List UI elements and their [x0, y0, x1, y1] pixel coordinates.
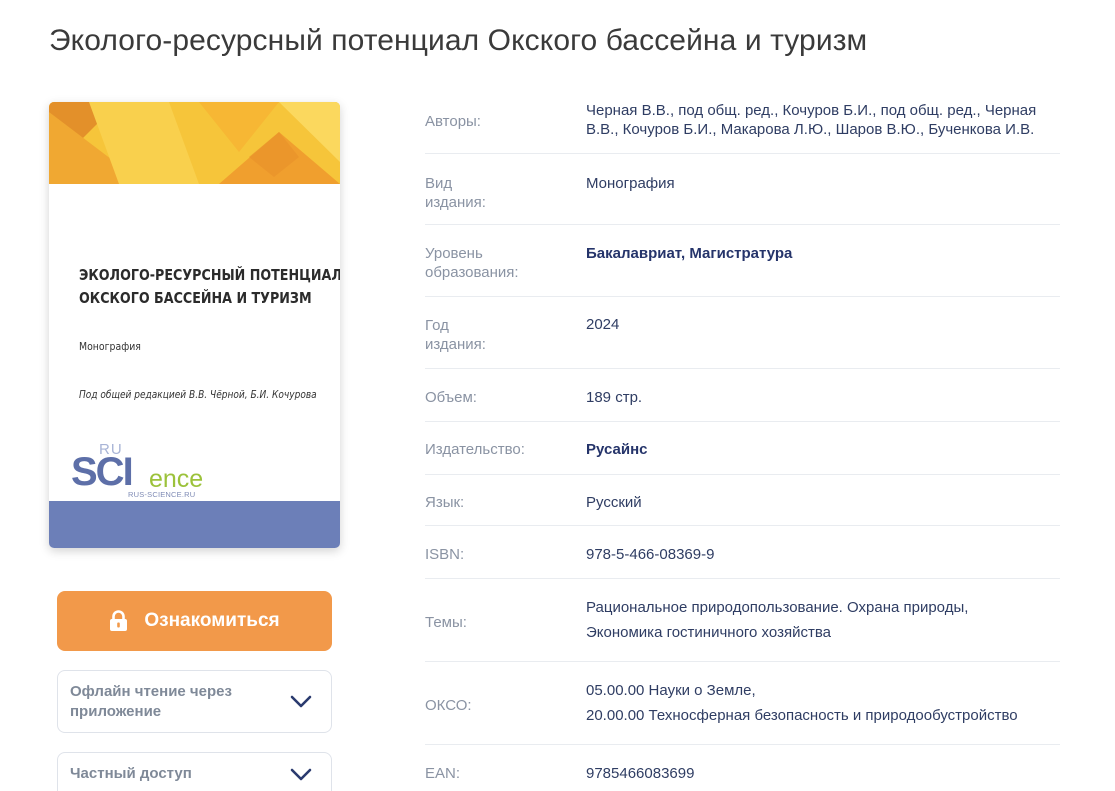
read-button[interactable]: Ознакомиться	[57, 591, 332, 651]
kind-value: Монография	[586, 175, 675, 192]
cover-publication-type: Монография	[79, 340, 141, 353]
logo-url-text: RUS-SCIENCE.RU	[128, 490, 196, 499]
cover-title-line-2: ОКСКОГО БАССЕЙНА И ТУРИЗМ	[79, 289, 312, 307]
detail-row-publisher: Издательство: Русайнс	[425, 422, 1060, 475]
cover-editors: Под общей редакцией В.В. Чёрной, Б.И. Ко…	[79, 388, 317, 401]
topic-link[interactable]: Экономика гостиничного хозяйства	[586, 620, 1060, 645]
topic-link[interactable]: Рациональное природопользование. Охрана …	[586, 595, 1060, 620]
lock-icon	[110, 610, 128, 631]
detail-label: Авторы:	[425, 113, 481, 130]
book-cover[interactable]: ЭКОЛОГО-РЕСУРСНЫЙ ПОТЕНЦИАЛ ОКСКОГО БАСС…	[49, 102, 340, 548]
cover-bottom-band	[49, 501, 340, 548]
detail-row-year: Год издания: 2024	[425, 297, 1060, 369]
detail-row-ean: EAN: 9785466083699	[425, 745, 1060, 791]
detail-row-isbn: ISBN: 978-5-466-08369-9	[425, 526, 1060, 579]
cover-title: ЭКОЛОГО-РЕСУРСНЫЙ ПОТЕНЦИАЛ ОКСКОГО БАСС…	[79, 264, 340, 310]
detail-row-topics: Темы: Рациональное природопользование. О…	[425, 579, 1060, 662]
detail-row-language: Язык: Русский	[425, 475, 1060, 526]
okso-link[interactable]: 20.00.00 Техносферная безопасность и при…	[586, 703, 1060, 728]
detail-label: ОКСО:	[425, 697, 472, 714]
offline-reading-accordion[interactable]: Офлайн чтение через приложение	[57, 670, 332, 733]
okso-list: 05.00.00 Науки о Земле, 20.00.00 Техносф…	[586, 678, 1060, 728]
detail-label: Темы:	[425, 614, 467, 631]
detail-label: Язык:	[425, 494, 465, 511]
private-access-accordion[interactable]: Частный доступ	[57, 752, 332, 791]
detail-row-authors: Авторы: Черная В.В., под общ. ред., Кочу…	[425, 94, 1060, 154]
detail-row-volume: Объем: 189 стр.	[425, 369, 1060, 422]
detail-label: Издательство:	[425, 441, 525, 458]
year-value: 2024	[586, 316, 620, 333]
offline-reading-label: Офлайн чтение через приложение	[70, 683, 232, 720]
isbn-value: 978-5-466-08369-9	[586, 546, 715, 563]
cover-top-band	[49, 102, 340, 184]
topics-list: Рациональное природопользование. Охрана …	[586, 595, 1060, 645]
chevron-down-icon	[290, 695, 312, 708]
detail-row-kind: Вид издания: Монография	[425, 154, 1060, 225]
detail-label: Уровень образования:	[425, 245, 519, 281]
logo-sci-text: SCI	[71, 450, 134, 494]
chevron-down-icon	[290, 768, 312, 781]
okso-link[interactable]: 05.00.00 Науки о Земле,	[586, 678, 1060, 703]
authors-value[interactable]: Черная В.В., под общ. ред., Кочуров Б.И.…	[586, 101, 1060, 139]
detail-row-level: Уровень образования: Бакалавриат, Магист…	[425, 225, 1060, 297]
detail-row-okso: ОКСО: 05.00.00 Науки о Земле, 20.00.00 Т…	[425, 662, 1060, 745]
read-button-label: Ознакомиться	[144, 610, 280, 631]
detail-label: Год издания:	[425, 317, 486, 353]
detail-label: Объем:	[425, 389, 477, 406]
language-value: Русский	[586, 494, 642, 511]
detail-label: ISBN:	[425, 546, 465, 563]
ean-value: 9785466083699	[586, 765, 695, 782]
detail-label: Вид издания:	[425, 175, 486, 211]
level-value[interactable]: Бакалавриат, Магистратура	[586, 244, 1060, 263]
cover-title-line-1: ЭКОЛОГО-РЕСУРСНЫЙ ПОТЕНЦИАЛ	[79, 266, 340, 284]
private-access-label: Частный доступ	[70, 765, 192, 782]
detail-label: EAN:	[425, 765, 461, 782]
cover-geometric-pattern	[49, 102, 340, 184]
page-title: Эколого-ресурсный потенциал Окского басс…	[49, 24, 868, 57]
volume-value: 189 стр.	[586, 389, 643, 406]
publisher-value[interactable]: Русайнс	[586, 440, 1060, 459]
